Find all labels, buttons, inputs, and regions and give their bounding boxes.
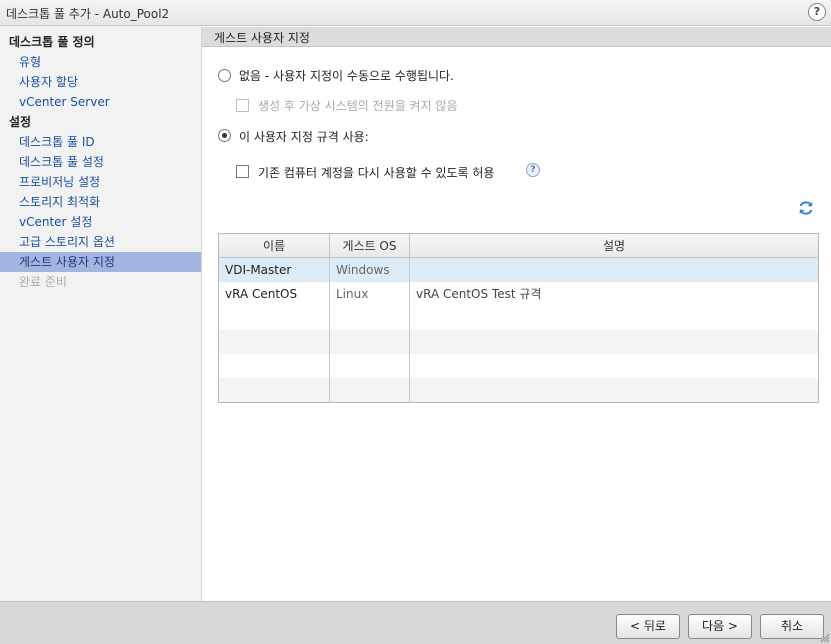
sidebar-heading-pool-definition: 데스크톱 풀 정의 [9,35,95,49]
section-header: 게스트 사용자 지정 [202,27,831,47]
sidebar-item-provisioning[interactable]: 프로비저닝 설정 [0,172,201,192]
reuse-accounts-checkbox[interactable] [236,165,249,178]
cancel-button[interactable]: 취소 [760,614,824,639]
table-header: 이름 게스트 OS 설명 [219,234,818,258]
column-header-name[interactable]: 이름 [219,234,330,258]
table-row[interactable]: VDI-Master Windows [219,258,818,282]
empty-row [219,330,818,354]
refresh-icon[interactable] [797,199,815,217]
cell-name: vRA CentOS [219,282,330,306]
section-title: 게스트 사용자 지정 [214,31,310,45]
reuse-accounts-label[interactable]: 기존 컴퓨터 계정을 다시 사용할 수 있도록 허용 [258,164,494,181]
sidebar-item-vcenter-server[interactable]: vCenter Server [0,92,201,112]
sidebar-item-vcenter-settings[interactable]: vCenter 설정 [0,212,201,232]
cell-guest-os: Linux [330,282,410,306]
next-button[interactable]: 다음 > [688,614,752,639]
window-title: 데스크톱 풀 추가 - Auto_Pool2 [6,7,170,21]
radio-use-spec-label[interactable]: 이 사용자 지정 규격 사용: [239,128,369,145]
wizard-sidebar: 데스크톱 풀 정의 유형 사용자 할당 vCenter Server 설정 데스… [0,27,202,601]
main-panel: 게스트 사용자 지정 없음 - 사용자 지정이 수동으로 수행됩니다. 생성 후… [202,27,831,601]
sidebar-item-type[interactable]: 유형 [0,52,201,72]
sidebar-heading-settings: 설정 [9,115,32,129]
resize-grip-icon[interactable] [820,633,830,643]
cell-guest-os: Windows [330,258,410,282]
radio-use-spec[interactable] [218,129,231,142]
sidebar-item-guest-customization[interactable]: 게스트 사용자 지정 [0,252,201,272]
power-off-label: 생성 후 가상 시스템의 전원을 켜지 않음 [258,99,458,113]
sidebar-item-ready-to-complete: 완료 준비 [19,275,67,289]
power-off-checkbox [236,99,249,112]
title-bar: 데스크톱 풀 추가 - Auto_Pool2 ? [0,0,831,26]
empty-row [219,378,818,402]
cell-description: vRA CentOS Test 규격 [416,287,542,301]
help-icon[interactable]: ? [808,3,826,21]
help-info-icon[interactable]: ? [526,163,540,177]
column-header-guest-os[interactable]: 게스트 OS [330,234,410,258]
table-row[interactable]: vRA CentOS Linux vRA CentOS Test 규격 [219,282,818,306]
customization-spec-table: 이름 게스트 OS 설명 VDI-Master Windows vRA Cent… [218,233,819,403]
wizard-footer: < 뒤로 다음 > 취소 [0,601,831,644]
column-header-description[interactable]: 설명 [410,234,818,258]
sidebar-item-pool-settings[interactable]: 데스크톱 풀 설정 [0,152,201,172]
radio-none-label[interactable]: 없음 - 사용자 지정이 수동으로 수행됩니다. [239,67,454,84]
cell-name: VDI-Master [219,258,330,282]
sidebar-item-user-assignment[interactable]: 사용자 할당 [0,72,201,92]
sidebar-item-pool-id[interactable]: 데스크톱 풀 ID [0,132,201,152]
sidebar-item-advanced-storage[interactable]: 고급 스토리지 옵션 [0,232,201,252]
cell-description [410,258,818,282]
empty-row [219,306,818,330]
radio-none[interactable] [218,69,231,82]
back-button[interactable]: < 뒤로 [616,614,680,639]
sidebar-item-storage-optimization[interactable]: 스토리지 최적화 [0,192,201,212]
empty-row [219,354,818,378]
